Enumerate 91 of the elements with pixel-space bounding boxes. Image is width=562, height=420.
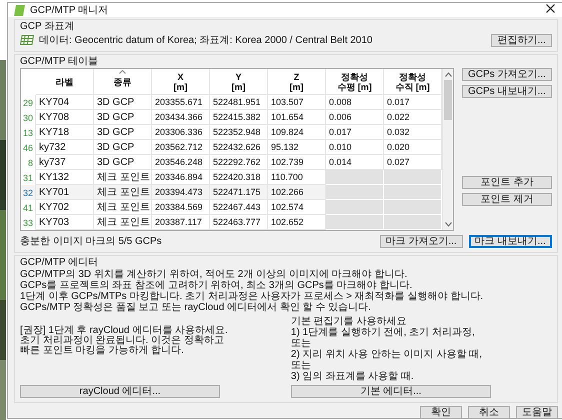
raycloud-editor-button[interactable]: rayCloud 에디터... — [20, 385, 220, 398]
table-cell: 0.008 — [326, 95, 384, 110]
side-button[interactable]: GCPs 가져오기... — [462, 68, 552, 81]
table-cell: 3D GCP — [94, 95, 152, 110]
instruction-text: 기본 편집기를 사용하세요 — [290, 316, 408, 327]
mark-button[interactable]: 마크 가져오기... — [380, 234, 463, 248]
column-header[interactable]: X [m] — [174, 72, 188, 92]
table-cell: 3D GCP — [94, 140, 152, 155]
column-header[interactable]: 라벨 — [56, 76, 74, 86]
row-number[interactable]: 41 — [21, 200, 36, 215]
table-cell: KY701 — [36, 185, 94, 200]
group-heading: GCP 좌표계 — [20, 21, 74, 32]
instruction-text: 1단계 이후 GCPs/MTPs 마킹합니다. 초기 처리과정은 사용자가 프로세스 > 재최적화를 실행해야 합니다. — [20, 291, 484, 302]
instruction-text: GCPs/MTP 정확성은 품질 보고 또는 rayCloud 에디터에서 확인 할 수 있습니다. — [20, 302, 372, 313]
column-header[interactable]: 정확성 수평 [m] — [337, 72, 372, 92]
table-cell: 522292.762 — [210, 155, 268, 170]
group-heading: GCP/MTP 에디터 — [20, 257, 98, 268]
scroll-thumb[interactable] — [444, 80, 452, 120]
column-header[interactable]: Y [m] — [232, 72, 246, 92]
table-cell: KY708 — [36, 110, 94, 125]
table-cell: 3D GCP — [94, 125, 152, 140]
table-cell: 체크 포인트 — [94, 215, 152, 230]
side-button[interactable]: GCPs 내보내기... — [462, 85, 552, 98]
column-header[interactable]: 종류 — [114, 76, 132, 86]
table-cell: 522471.175 — [210, 185, 268, 200]
row-number[interactable]: 30 — [21, 110, 36, 125]
instruction-text: 3) 임의 좌표계를 사용할 때. — [290, 371, 415, 382]
table-cell: 102.266 — [268, 185, 326, 200]
table-cell: 522467.443 — [210, 200, 268, 215]
instruction-text: GCP/MTP의 3D 위치를 계산하기 위하여, 적어도 2개 이상의 이미지에 마크해야 합니다. — [20, 269, 408, 280]
row-number[interactable]: 8 — [21, 155, 36, 170]
table-cell: 95.132 — [268, 140, 326, 155]
close-icon — [544, 3, 556, 14]
status-text: 충분한 이미지 마크의 5/5 GCPs — [20, 235, 163, 248]
edit-button[interactable]: 편집하기... — [491, 34, 552, 46]
side-button[interactable]: 포인트 제거 — [462, 193, 552, 206]
table-cell: 체크 포인트 — [94, 200, 152, 215]
scrollbar[interactable] — [442, 69, 453, 230]
mark-button[interactable]: 마크 내보내기... — [468, 234, 552, 248]
row-number[interactable]: 33 — [21, 215, 36, 230]
table-cell: KY702 — [36, 200, 94, 215]
table-cell: 203434.366 — [152, 110, 210, 125]
table-cell: 203306.336 — [152, 125, 210, 140]
group-heading: GCP/MTP 테이블 — [20, 56, 98, 67]
instruction-text: GCPs를 프로젝트의 좌표 참조에 고려하기 위하여, 최소 3개의 GCPs를 마크해야 합니다. — [20, 280, 414, 291]
table-cell: KY718 — [36, 125, 94, 140]
basic-editor-button[interactable]: 기본 에디터... — [290, 385, 491, 398]
dialog-button[interactable]: 취소 — [468, 406, 510, 419]
row-number[interactable]: 46 — [21, 140, 36, 155]
dialog-button[interactable]: 확인 — [420, 406, 462, 419]
side-button[interactable]: 포인트 추가 — [462, 176, 552, 189]
table-cell: 3D GCP — [94, 110, 152, 125]
column-header[interactable]: 정확성 수직 [m] — [395, 72, 430, 92]
table-cell: 203562.712 — [152, 140, 210, 155]
table-cell: 0.006 — [326, 110, 384, 125]
table-cell: 522481.951 — [210, 95, 268, 110]
grid-icon — [20, 35, 34, 45]
table-cell: 203384.569 — [152, 200, 210, 215]
table-cell: 522352.948 — [210, 125, 268, 140]
table-cell: 203355.671 — [152, 95, 210, 110]
table-cell: 522415.382 — [210, 110, 268, 125]
table-cell: 203387.117 — [152, 215, 210, 230]
recommendation-text: [권장] 1단계 후 rayCloud 에디터를 사용하세요. 초기 처리과정이 완료됩니다. 이것은 정확하고 빠른 포인트 마킹을 가능하게 합니다. — [20, 326, 229, 356]
table-cell: KY703 — [36, 215, 94, 230]
table-cell: 3D GCP — [94, 155, 152, 170]
instruction-text: 또는 — [290, 360, 312, 371]
table-cell: 체크 포인트 — [94, 185, 152, 200]
row-number[interactable]: 32 — [21, 185, 36, 200]
table-cell: ky732 — [36, 140, 94, 155]
instruction-text: 1) 1단계를 실행하기 전에, 초기 처리과정, — [290, 327, 476, 338]
coordinate-system-text: 데이터: Geocentric datum of Korea; 좌표계: Korea 2000 / Central Belt 2010 — [39, 34, 374, 47]
table-cell: 522432.626 — [210, 140, 268, 155]
table-cell: 0.017 — [326, 125, 384, 140]
row-number[interactable]: 29 — [21, 95, 36, 110]
table-cell: 101.654 — [268, 110, 326, 125]
row-number[interactable]: 13 — [21, 125, 36, 140]
table-cell: 103.507 — [268, 95, 326, 110]
table-cell: 203394.473 — [152, 185, 210, 200]
column-header[interactable]: Z [m] — [290, 72, 304, 92]
table-cell: 522463.777 — [210, 215, 268, 230]
table-cell: 0.010 — [326, 140, 384, 155]
app-icon — [14, 4, 25, 16]
dialog-button[interactable]: 도움말 — [516, 406, 558, 419]
table-cell: KY704 — [36, 95, 94, 110]
table-cell: 102.739 — [268, 155, 326, 170]
table-cell: 203546.248 — [152, 155, 210, 170]
window-title: GCP/MTP 매니저 — [30, 4, 110, 17]
instruction-text: 또는 — [290, 338, 312, 349]
table-cell: ky737 — [36, 155, 94, 170]
table-cell: 109.824 — [268, 125, 326, 140]
instruction-text: 2) 지리 위치 사용 안하는 이미지 사용할 때, — [290, 349, 484, 360]
